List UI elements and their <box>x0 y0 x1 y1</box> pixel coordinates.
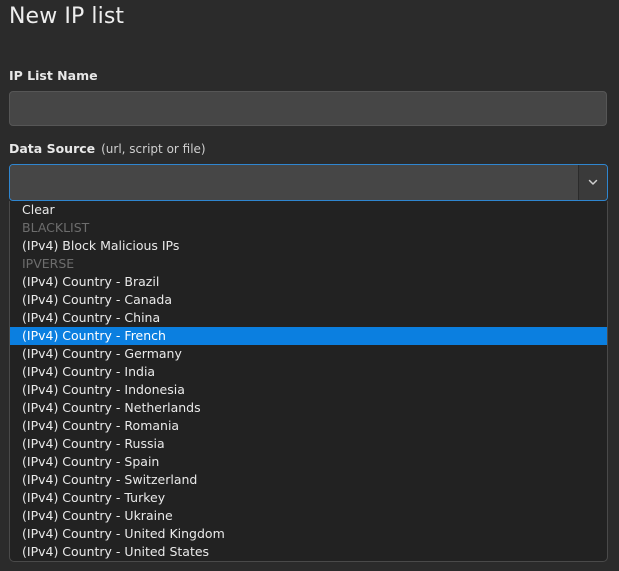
dropdown-option[interactable]: (IPv4) Country - Indonesia <box>10 381 607 399</box>
dropdown-option[interactable]: (IPv4) Country - India <box>10 363 607 381</box>
dropdown-toggle-button[interactable] <box>578 165 607 200</box>
dropdown-option[interactable]: (IPv4) Country - Canada <box>10 291 607 309</box>
dropdown-option[interactable]: (IPv4) Country - Netherlands <box>10 399 607 417</box>
data-source-label-text: Data Source <box>9 141 96 156</box>
dropdown-option[interactable]: (IPv4) Country - Russia <box>10 435 607 453</box>
ip-list-name-label: IP List Name <box>9 68 98 83</box>
data-source-select[interactable] <box>9 164 608 201</box>
ip-list-name-input[interactable] <box>9 91 607 126</box>
data-source-dropdown-list: Clear BLACKLIST (IPv4) Block Malicious IPs… <box>9 201 608 562</box>
dropdown-option[interactable]: (IPv4) Country - China <box>10 309 607 327</box>
data-source-hint: (url, script or file) <box>101 142 206 156</box>
dropdown-group-label: IPVERSE <box>22 256 75 271</box>
new-ip-list-page: New IP list IP List Name Data Source (url… <box>0 0 619 571</box>
data-source-input[interactable] <box>10 165 578 200</box>
dropdown-option[interactable]: (IPv4) Country - Ukraine <box>10 507 607 525</box>
dropdown-option[interactable]: (IPv4) Country - Germany <box>10 345 607 363</box>
dropdown-option[interactable]: (IPv4) Country - Turkey <box>10 489 607 507</box>
dropdown-option[interactable]: (IPv4) Country - United Kingdom <box>10 525 607 543</box>
dropdown-option[interactable]: (IPv4) Country - Brazil <box>10 273 607 291</box>
data-source-label: Data Source (url, script or file) <box>9 141 206 156</box>
dropdown-option[interactable]: (IPv4) Country - Spain <box>10 453 607 471</box>
dropdown-option[interactable]: (IPv4) Block Malicious IPs <box>10 237 607 255</box>
dropdown-option[interactable]: (IPv4) Country - Switzerland <box>10 471 607 489</box>
dropdown-option[interactable]: (IPv4) Country - French <box>10 327 607 345</box>
chevron-down-icon <box>588 179 598 185</box>
dropdown-option[interactable]: (IPv4) Country - United States <box>10 543 607 561</box>
dropdown-option[interactable]: Clear <box>10 201 607 219</box>
dropdown-option[interactable]: (IPv4) Country - Romania <box>10 417 607 435</box>
dropdown-group-label: BLACKLIST <box>22 220 90 235</box>
page-title: New IP list <box>9 4 125 29</box>
